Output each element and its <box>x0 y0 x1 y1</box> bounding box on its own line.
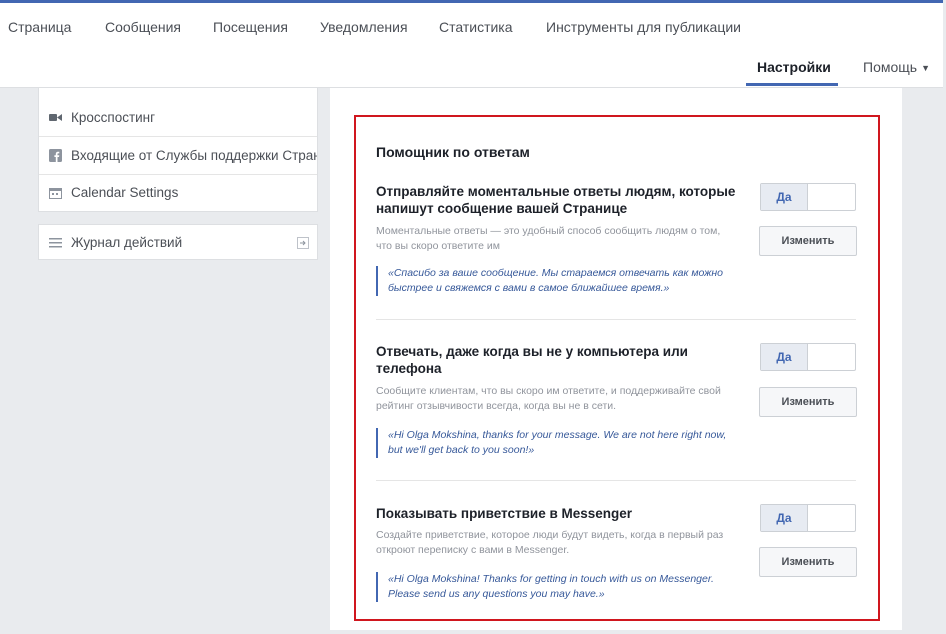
highlight-frame <box>354 115 880 621</box>
sidebar-item-crossposting[interactable]: Кросспостинг <box>39 100 317 136</box>
video-camera-icon <box>49 114 62 121</box>
sidebar-item-label: Calendar Settings <box>71 185 179 200</box>
list-icon <box>49 238 62 248</box>
active-tab-indicator <box>746 83 838 86</box>
tab-page[interactable]: Страница <box>8 19 71 35</box>
tab-messages[interactable]: Сообщения <box>105 19 181 35</box>
tab-publishing-tools[interactable]: Инструменты для публикации <box>546 19 741 35</box>
bottom-edge <box>0 630 943 634</box>
page-nav: Страница Сообщения Посещения Уведомления… <box>0 3 943 88</box>
sidebar-item-support-inbox[interactable]: Входящие от Службы поддержки Страницы <box>39 138 317 174</box>
right-gutter <box>902 88 943 634</box>
tab-visits[interactable]: Посещения <box>213 19 288 35</box>
tab-notifications[interactable]: Уведомления <box>320 19 408 35</box>
sidebar-item-label: Кросспостинг <box>71 110 156 125</box>
sidebar-item-activity-log[interactable]: Журнал действий <box>39 225 317 261</box>
help-menu[interactable]: Помощь ▼ <box>863 59 930 75</box>
divider <box>39 136 317 137</box>
tab-settings[interactable]: Настройки <box>757 59 831 75</box>
open-icon[interactable] <box>297 237 309 249</box>
caret-down-icon: ▼ <box>921 63 930 74</box>
sidebar-panel: Кросспостинг Входящие от Службы поддержк… <box>38 88 318 212</box>
sidebar-item-label: Журнал действий <box>71 235 183 250</box>
tab-statistics[interactable]: Статистика <box>439 19 513 35</box>
sidebar-item-label: Входящие от Службы поддержки Страницы <box>71 148 317 163</box>
sidebar-panel-activity: Журнал действий <box>38 224 318 260</box>
calendar-icon <box>49 188 62 199</box>
facebook-icon <box>49 149 62 162</box>
help-label: Помощь <box>863 59 918 75</box>
sidebar-item-calendar-settings[interactable]: Calendar Settings <box>39 175 317 211</box>
